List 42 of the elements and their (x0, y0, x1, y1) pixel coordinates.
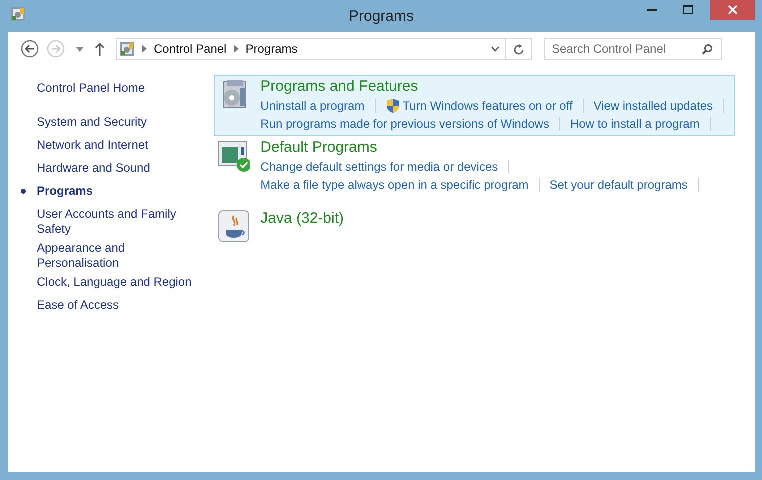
sidebar-item[interactable]: Clock, Language and Region (37, 275, 197, 290)
sidebar-item[interactable]: Hardware and Sound (37, 161, 197, 176)
coffee-cup-icon[interactable] (218, 210, 250, 244)
chevron-icon (142, 45, 147, 53)
breadcrumb[interactable]: Programs (246, 42, 298, 56)
sidebar-item[interactable]: Programs (37, 184, 197, 199)
control-panel-icon (119, 41, 135, 57)
sidebar-item[interactable]: Appearance and Personalisation (37, 241, 197, 271)
breadcrumb[interactable]: Control Panel (154, 42, 227, 56)
shield-icon (386, 98, 400, 114)
category-title[interactable]: Programs and Features (260, 77, 734, 97)
refresh-icon (512, 42, 524, 56)
sidebar-item[interactable]: System and Security (37, 115, 197, 130)
window-title: Programs (348, 8, 416, 25)
sidebar-item[interactable]: Network and Internet (37, 138, 197, 153)
task-link[interactable]: Change default settings for media or devices (260, 160, 498, 174)
task-link[interactable]: How to install a program (570, 117, 700, 131)
close-icon (728, 5, 738, 15)
close-button[interactable] (710, 0, 755, 20)
search-field[interactable]: Search Control Panel (544, 38, 722, 60)
window-check-icon[interactable] (218, 139, 250, 173)
control-panel-icon (10, 6, 26, 22)
up-arrow-icon (95, 42, 105, 56)
caret-icon (76, 46, 84, 52)
address-bar[interactable]: Control Panel Programs (116, 38, 506, 60)
category-title[interactable]: Java (32-bit) (260, 209, 344, 229)
task-link[interactable]: Set your default programs (550, 178, 688, 192)
category-title[interactable]: Default Programs (260, 138, 709, 158)
dropdown-chevron-icon (491, 46, 500, 52)
minimize-icon (647, 9, 657, 11)
sidebar-item[interactable]: Ease of Access (37, 298, 197, 313)
task-link[interactable]: Turn Windows features on or off (386, 98, 573, 114)
task-link[interactable]: Uninstall a program (260, 99, 365, 113)
task-link[interactable]: Run programs made for previous versions of Windows (260, 117, 550, 131)
chevron-icon (234, 45, 239, 53)
sidebar-item[interactable]: User Accounts and Family Safety (37, 207, 197, 237)
refresh-button[interactable] (506, 38, 532, 60)
maximize-icon (683, 5, 693, 15)
search-icon (702, 44, 713, 55)
task-link[interactable]: Make a file type always open in a specific program (260, 178, 529, 192)
task-link[interactable]: View installed updates (594, 99, 713, 113)
sidebar-link[interactable]: Control Panel Home (37, 81, 214, 96)
